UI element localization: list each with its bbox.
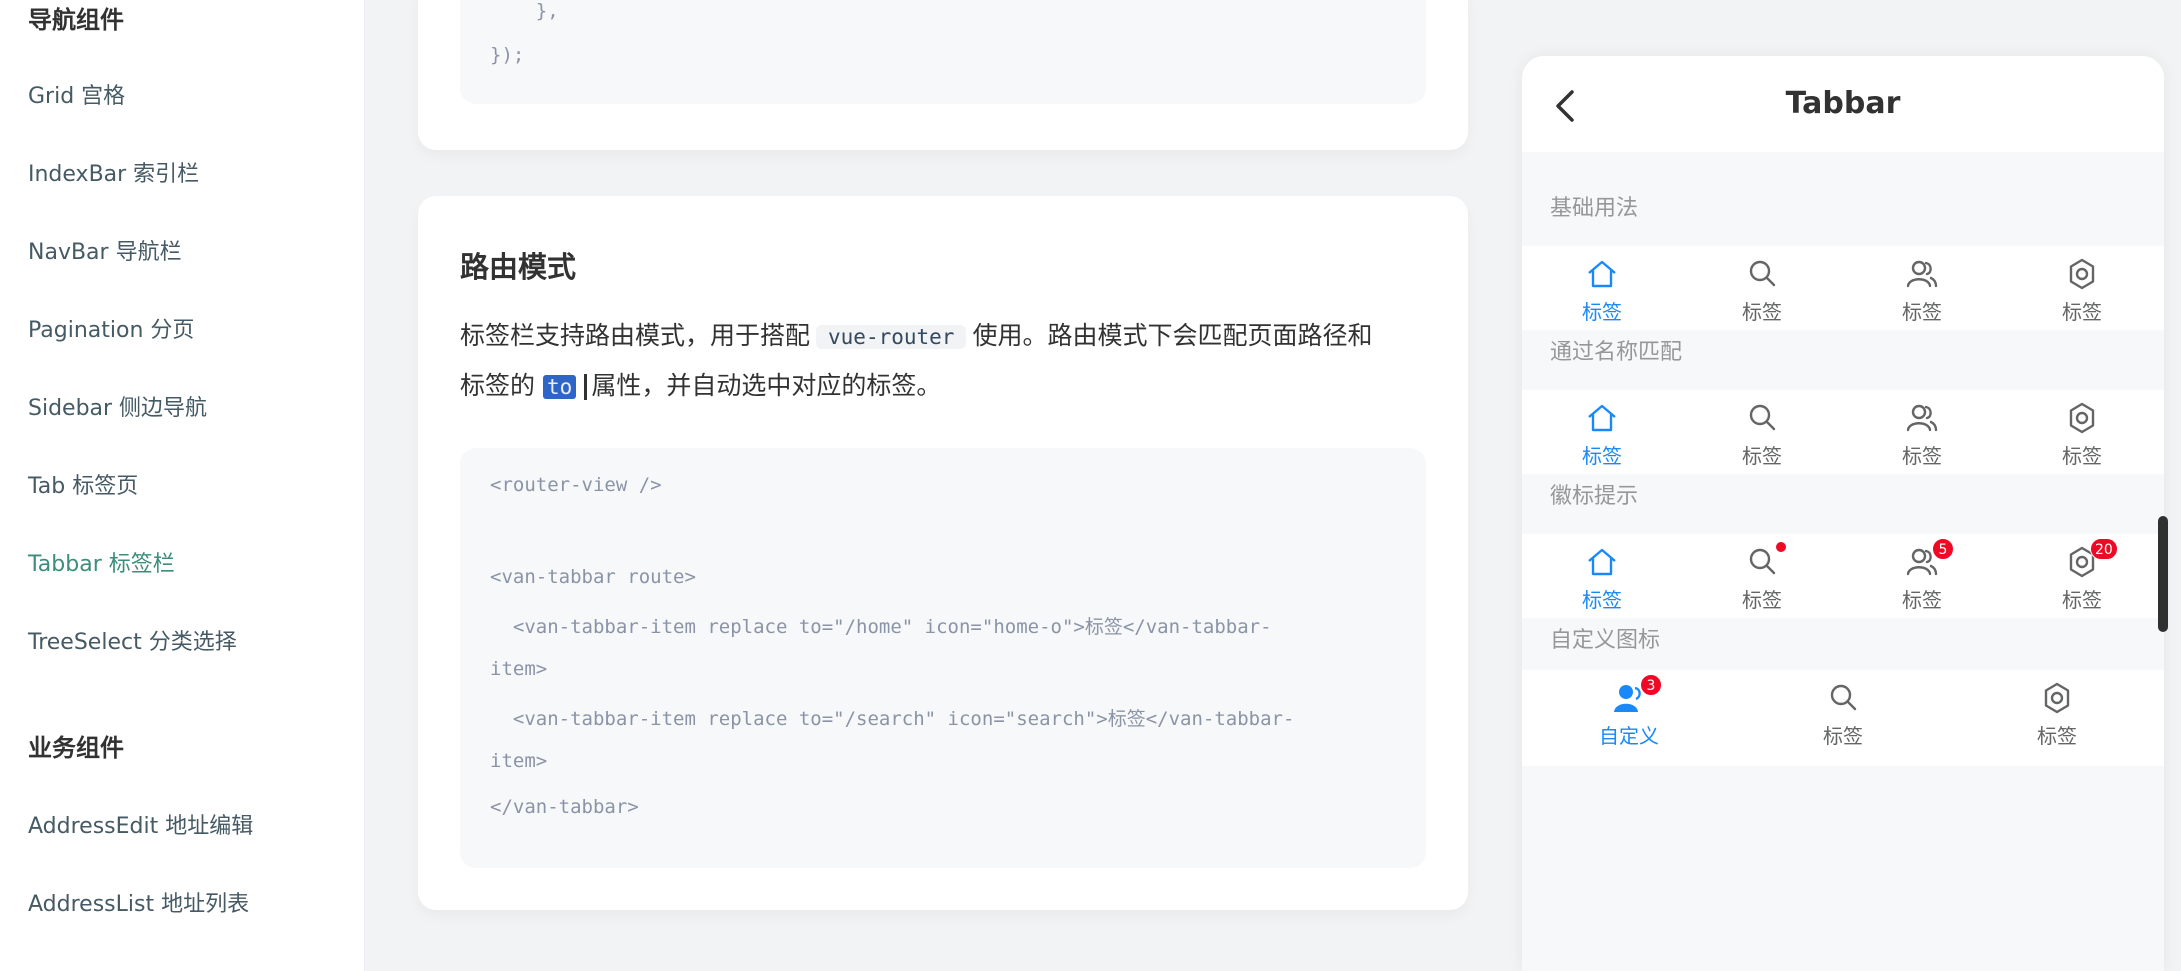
tab-label: 标签 bbox=[1742, 444, 1782, 468]
tab-label: 标签 bbox=[1582, 588, 1622, 612]
demo-title-basic: 基础用法 bbox=[1550, 196, 1639, 221]
friends-icon bbox=[1906, 404, 1938, 432]
inline-code-vue-router: vue-router bbox=[816, 325, 967, 349]
mobile-preview: Tabbar 基础用法 标签 标签 标签 标签 通过名称匹配 标签 标签 标签 … bbox=[1522, 56, 2164, 971]
tabbar-name-match: 标签 标签 标签 标签 bbox=[1522, 390, 2164, 474]
description-line-2: 标签的 to 属性，并自动选中对应的标签。 bbox=[460, 366, 941, 402]
description-line-1: 标签栏支持路由模式，用于搭配 vue-router 使用。路由模式下会匹配页面路径和 bbox=[460, 316, 1372, 352]
sidebar-item-tabbar[interactable]: Tabbar 标签栏 bbox=[28, 546, 175, 578]
code-line: <van-tabbar-item replace to="/home" icon… bbox=[490, 616, 1272, 638]
sidebar-item-indexbar[interactable]: IndexBar 索引栏 bbox=[28, 156, 199, 188]
previous-demo-card: }, }); bbox=[418, 0, 1468, 150]
search-icon bbox=[1749, 260, 1776, 287]
sidebar-item-tab[interactable]: Tab 标签页 bbox=[28, 468, 138, 500]
tab-friends[interactable]: 标签 bbox=[1842, 246, 2002, 330]
tabbar-basic: 标签 标签 标签 标签 bbox=[1522, 246, 2164, 330]
home-icon bbox=[1588, 548, 1616, 576]
home-icon bbox=[1588, 404, 1616, 432]
tab-label: 标签 bbox=[2062, 588, 2102, 612]
badge-dot bbox=[1776, 542, 1786, 552]
sidebar-nav: 导航组件 Grid 宫格 IndexBar 索引栏 NavBar 导航栏 Pag… bbox=[0, 0, 365, 971]
code-line: item> bbox=[490, 658, 548, 680]
code-line: }); bbox=[490, 44, 525, 66]
tab-custom[interactable]: 3 自定义 bbox=[1522, 670, 1736, 754]
preview-nav-bar: Tabbar bbox=[1522, 56, 2164, 152]
tab-setting[interactable]: 标签 bbox=[2002, 390, 2162, 474]
sidebar-item-navbar[interactable]: NavBar 导航栏 bbox=[28, 234, 182, 266]
sidebar-item-treeselect[interactable]: TreeSelect 分类选择 bbox=[28, 624, 237, 656]
setting-icon bbox=[2069, 258, 2095, 290]
tabbar-custom-icon: 3 自定义 标签 标签 bbox=[1522, 670, 2164, 766]
previous-code-block: }, }); bbox=[460, 0, 1426, 104]
preview-title: Tabbar bbox=[1785, 86, 1901, 121]
tab-label: 标签 bbox=[2037, 724, 2077, 748]
tab-label: 标签 bbox=[1902, 588, 1942, 612]
tab-friends[interactable]: 5 标签 bbox=[1842, 534, 2002, 618]
tab-home[interactable]: 标签 bbox=[1522, 534, 1682, 618]
demo-title-badge: 徽标提示 bbox=[1550, 484, 1639, 509]
demo-title-custom-icon: 自定义图标 bbox=[1550, 628, 1661, 653]
route-mode-card: 路由模式 标签栏支持路由模式，用于搭配 vue-router 使用。路由模式下会匹配… bbox=[418, 196, 1468, 910]
setting-icon bbox=[2044, 682, 2070, 714]
code-line: <van-tabbar-item replace to="/search" ic… bbox=[490, 708, 1295, 730]
business-group-title: 业务组件 bbox=[28, 734, 124, 762]
tab-label: 标签 bbox=[2062, 444, 2102, 468]
tab-home[interactable]: 标签 bbox=[1522, 390, 1682, 474]
tab-search[interactable]: 标签 bbox=[1682, 390, 1842, 474]
tab-home[interactable]: 标签 bbox=[1522, 246, 1682, 330]
setting-icon bbox=[2069, 402, 2095, 434]
description-text: 属性，并自动选中对应的标签。 bbox=[591, 371, 942, 400]
code-line: </van-tabbar> bbox=[490, 796, 639, 818]
route-code-block: <router-view /> <van-tabbar route> <van-… bbox=[460, 448, 1426, 868]
text-cursor bbox=[584, 374, 588, 400]
tab-search[interactable]: 标签 bbox=[1682, 534, 1842, 618]
friends-icon bbox=[1906, 260, 1938, 288]
tab-search[interactable]: 标签 bbox=[1682, 246, 1842, 330]
tab-label: 标签 bbox=[1902, 300, 1942, 324]
code-line: <router-view /> bbox=[490, 474, 662, 496]
tab-label: 标签 bbox=[1582, 444, 1622, 468]
code-line: item> bbox=[490, 750, 548, 772]
search-icon bbox=[1830, 684, 1857, 711]
tab-label: 标签 bbox=[2062, 300, 2102, 324]
tab-setting[interactable]: 标签 bbox=[1950, 670, 2164, 754]
search-icon bbox=[1749, 548, 1776, 575]
description-text: 使用。路由模式下会匹配页面路径和 bbox=[972, 321, 1373, 350]
tab-label: 标签 bbox=[1742, 588, 1782, 612]
badge-count: 3 bbox=[1640, 674, 1662, 696]
sidebar-item-addresslist[interactable]: AddressList 地址列表 bbox=[28, 886, 249, 918]
code-line: }, bbox=[490, 0, 559, 22]
sidebar-item-sidebar[interactable]: Sidebar 侧边导航 bbox=[28, 390, 207, 422]
home-icon bbox=[1588, 260, 1616, 288]
badge-count: 20 bbox=[2090, 538, 2118, 560]
tab-search[interactable]: 标签 bbox=[1736, 670, 1950, 754]
tab-label: 标签 bbox=[1582, 300, 1622, 324]
search-icon bbox=[1749, 404, 1776, 431]
tab-setting[interactable]: 20 标签 bbox=[2002, 534, 2162, 618]
sidebar-item-pagination[interactable]: Pagination 分页 bbox=[28, 312, 194, 344]
description-text: 标签的 bbox=[460, 371, 536, 400]
page-scrollbar[interactable] bbox=[2158, 516, 2168, 632]
tab-setting[interactable]: 标签 bbox=[2002, 246, 2162, 330]
section-title: 路由模式 bbox=[460, 250, 577, 284]
sidebar-item-addressedit[interactable]: AddressEdit 地址编辑 bbox=[28, 808, 253, 840]
tab-label: 标签 bbox=[1742, 300, 1782, 324]
code-line: <van-tabbar route> bbox=[490, 566, 696, 588]
description-text: 标签栏支持路由模式，用于搭配 bbox=[460, 321, 811, 350]
tabbar-badge: 标签 标签 5 标签 20 标签 bbox=[1522, 534, 2164, 618]
tab-friends[interactable]: 标签 bbox=[1842, 390, 2002, 474]
tab-label: 标签 bbox=[1823, 724, 1863, 748]
nav-group-title: 导航组件 bbox=[28, 6, 124, 34]
sidebar-item-grid[interactable]: Grid 宫格 bbox=[28, 78, 125, 110]
tab-label: 标签 bbox=[1902, 444, 1942, 468]
tab-label: 自定义 bbox=[1599, 724, 1659, 748]
badge-count: 5 bbox=[1932, 538, 1954, 560]
inline-code-to-selected: to bbox=[543, 375, 577, 399]
demo-title-name-match: 通过名称匹配 bbox=[1550, 340, 1683, 365]
